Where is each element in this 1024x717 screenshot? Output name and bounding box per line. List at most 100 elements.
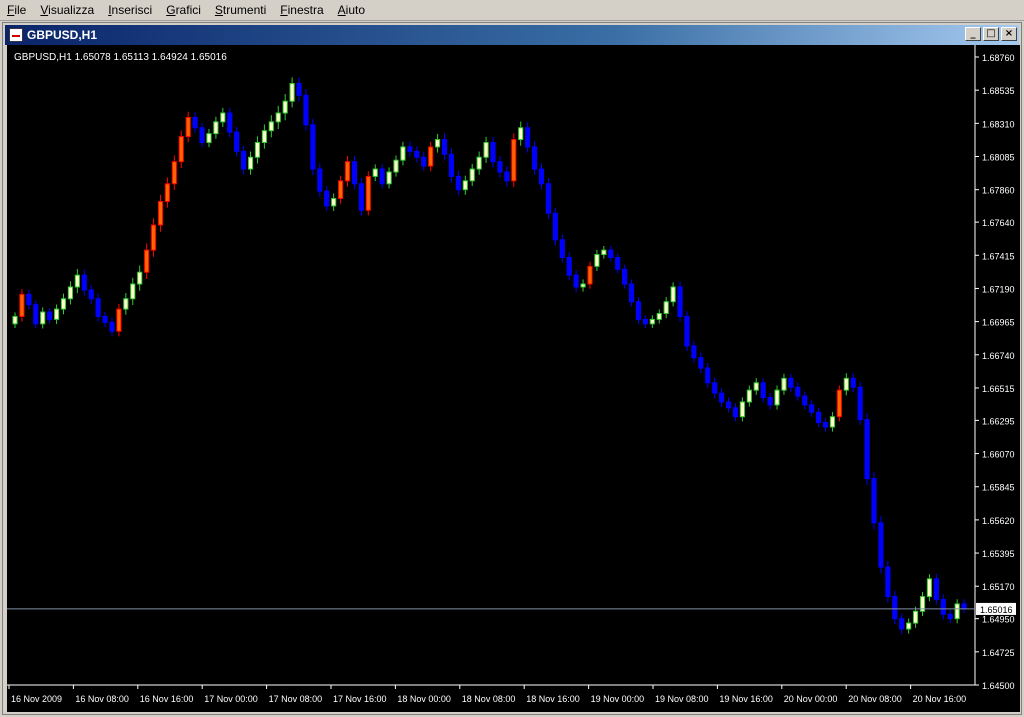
candle-body <box>116 308 122 332</box>
candle-body <box>414 150 420 158</box>
candle-body <box>455 175 461 191</box>
candle-body <box>628 283 635 303</box>
candle-body <box>913 610 919 624</box>
candle-body <box>906 622 912 630</box>
candle-body <box>760 382 766 399</box>
maximize-button[interactable]: □ <box>983 27 999 41</box>
candle-body <box>504 171 510 182</box>
candle-body <box>892 596 898 620</box>
candle-body <box>386 171 392 185</box>
chart-area[interactable]: 1.68760 1.68535 1.68310 1.68085 1.67860 1.676… <box>7 45 1020 712</box>
menu-charts[interactable]: Grafici <box>159 0 208 21</box>
candle-body <box>483 142 489 158</box>
candle-body <box>365 175 371 211</box>
candle-body <box>601 249 607 256</box>
candle-body <box>448 153 455 177</box>
candle-body <box>864 419 870 480</box>
price-label: 1.67190 <box>982 284 1015 294</box>
menu-help[interactable]: Aiuto <box>331 0 372 21</box>
candle-body <box>310 124 316 170</box>
menu-window[interactable]: Finestra <box>273 0 330 21</box>
candle-body <box>698 357 704 369</box>
candle-body <box>220 112 226 123</box>
candle-body <box>67 286 73 300</box>
candle-body <box>622 268 628 285</box>
candle-body <box>829 416 836 428</box>
candle-body <box>719 392 725 403</box>
chart-window-titlebar[interactable]: GBPUSD,H1 _ □ × <box>5 25 1019 45</box>
candle-body <box>767 397 773 406</box>
menu-view[interactable]: Visualizza <box>33 0 101 21</box>
candle-body <box>656 313 662 320</box>
candle-body <box>677 286 683 317</box>
window-controls: _ □ × <box>963 27 1017 41</box>
candle-body <box>109 321 115 332</box>
candle-body <box>531 146 538 170</box>
candle-body <box>899 618 905 630</box>
candle-body <box>476 156 482 170</box>
candle-body <box>816 411 822 424</box>
candle-body <box>684 315 690 347</box>
price-label: 1.68310 <box>982 119 1015 129</box>
menu-tools[interactable]: Strumenti <box>208 0 273 21</box>
candle-body <box>552 212 558 241</box>
candle-body <box>95 298 101 317</box>
time-label: 19 Nov 00:00 <box>591 694 645 704</box>
candle-body <box>53 308 60 320</box>
candle-body <box>407 146 413 152</box>
candle-body <box>289 83 295 102</box>
candle-body <box>358 183 364 211</box>
price-label: 1.65620 <box>982 516 1015 526</box>
candle-body <box>836 389 842 418</box>
candle-body <box>670 286 676 303</box>
candle-body <box>954 603 960 620</box>
candle-body <box>705 367 711 384</box>
candle-body <box>788 377 794 388</box>
candle-body <box>587 265 593 285</box>
candle-body <box>774 389 780 406</box>
candle-body <box>241 150 247 170</box>
candle-body <box>933 578 939 600</box>
menu-file[interactable]: File <box>0 0 33 21</box>
candle-body <box>518 127 524 141</box>
time-label: 18 Nov 00:00 <box>397 694 451 704</box>
candle-body <box>469 168 475 182</box>
candle-body <box>26 293 32 306</box>
time-label: 17 Nov 08:00 <box>269 694 323 704</box>
price-chart[interactable]: 1.68760 1.68535 1.68310 1.68085 1.67860 1.676… <box>7 45 1020 712</box>
price-label: 1.68085 <box>982 153 1015 163</box>
candle-body <box>490 142 496 163</box>
candle-body <box>261 130 267 144</box>
candle-body <box>871 478 877 524</box>
close-button[interactable]: × <box>1001 27 1017 41</box>
time-label: 18 Nov 08:00 <box>462 694 516 704</box>
time-label: 18 Nov 16:00 <box>526 694 580 704</box>
candle-body <box>594 254 600 267</box>
candle-body <box>137 271 143 285</box>
time-label: 20 Nov 08:00 <box>848 694 902 704</box>
candle-body <box>538 168 545 185</box>
price-label: 1.65845 <box>982 483 1015 493</box>
candle-body <box>781 377 787 391</box>
candle-body <box>725 401 732 409</box>
candle-body <box>338 180 344 200</box>
candle-body <box>12 315 18 325</box>
candle-body <box>268 121 274 132</box>
candle-body <box>885 566 891 598</box>
price-label: 1.67860 <box>982 186 1015 196</box>
candle-body <box>843 377 849 391</box>
time-label: 17 Nov 16:00 <box>333 694 387 704</box>
candle-body <box>296 83 302 96</box>
candle-body <box>573 274 579 288</box>
candle-body <box>435 139 441 148</box>
candle-body <box>324 190 330 207</box>
menu-insert[interactable]: Inserisci <box>101 0 159 21</box>
chart-window-icon <box>9 28 23 42</box>
candle-body <box>351 161 358 185</box>
price-label: 1.66740 <box>982 351 1015 361</box>
candle-body <box>947 613 953 620</box>
candle-body <box>400 146 406 161</box>
candle-body <box>462 180 468 191</box>
candle-body <box>712 382 718 394</box>
minimize-button[interactable]: _ <box>965 27 981 41</box>
